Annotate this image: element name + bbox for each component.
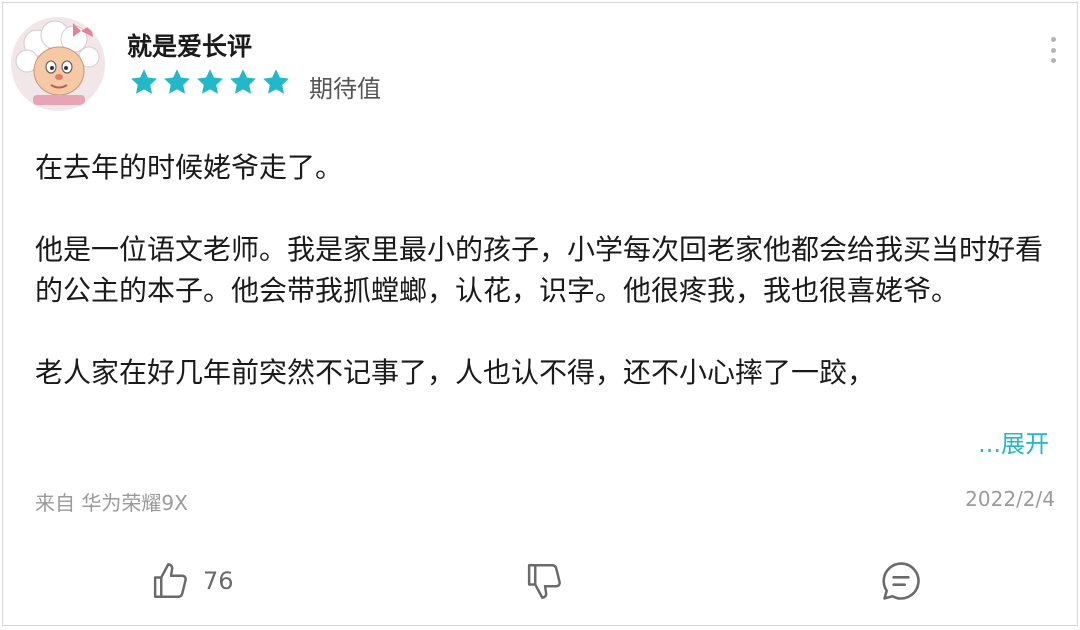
sheep-avatar-icon [11,17,105,111]
more-vertical-icon [1050,58,1056,63]
review-paragraph: 老人家在好几年前突然不记事了，人也认不得，还不小心摔了一跤， [35,356,876,389]
thumbs-down-icon [527,564,561,599]
more-vertical-icon [1050,47,1056,53]
rating-label: 期待值 [309,75,381,103]
dislike-button[interactable] [523,555,565,607]
thumbs-up-icon [153,563,187,598]
star-icon [129,67,159,97]
comment-button[interactable] [879,555,923,607]
like-button[interactable]: 76 [149,555,234,607]
review-paragraph: 他是一位语文老师。我是家里最小的孩子，小学每次回老家他都会给我买当时好看的公主的… [35,233,1044,307]
star-icon [195,67,225,97]
action-bar: 76 [3,555,1077,607]
review-date: 2022/2/4 [965,487,1055,511]
more-options-button[interactable] [1047,37,1059,63]
star-icon [228,67,258,97]
like-count: 76 [203,567,234,595]
star-rating [129,67,291,97]
device-source: 来自 华为荣耀9X [35,491,188,515]
review-paragraph: 在去年的时候姥爷走了。 [35,151,344,184]
star-icon [162,67,192,97]
avatar[interactable] [11,17,105,111]
expand-link[interactable]: ...展开 [970,424,1049,459]
star-icon [261,67,291,97]
comment-icon [882,562,920,600]
review-text: 在去年的时候姥爷走了。 他是一位语文老师。我是家里最小的孩子，小学每次回老家他都… [35,147,1050,393]
more-vertical-icon [1050,37,1056,42]
meta-row: 来自 华为荣耀9X 2022/2/4 [35,487,1055,516]
review-card: 就是爱长评 期待值 在去年的时候姥爷走了。 他是一位语文老师。我是家里最小的孩子… [2,2,1078,626]
username[interactable]: 就是爱长评 [127,27,252,63]
